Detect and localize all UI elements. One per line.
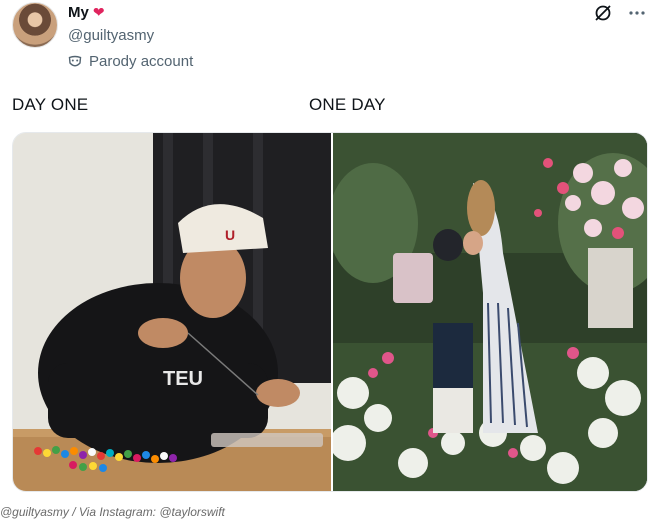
caption-right: ONE DAY xyxy=(309,95,386,114)
more-icon[interactable] xyxy=(628,4,646,22)
display-name[interactable]: My xyxy=(68,4,89,21)
svg-text:U: U xyxy=(225,227,235,243)
author-name-row[interactable]: My ❤ xyxy=(68,4,105,21)
parody-label: Parody account xyxy=(68,53,193,70)
svg-text:TEU: TEU xyxy=(163,368,203,390)
author-handle[interactable]: @guiltyasmy xyxy=(68,27,154,44)
photo-garden-proposal[interactable] xyxy=(333,133,647,491)
photo-credit: @guiltyasmy / Via Instagram: @taylorswif… xyxy=(0,505,225,519)
photo-bracelet-making[interactable]: TEU U xyxy=(13,133,331,491)
mask-icon xyxy=(68,55,82,69)
post-actions-top xyxy=(594,4,646,22)
media-grid[interactable]: TEU U xyxy=(12,132,648,492)
parody-label-text: Parody account xyxy=(89,53,194,70)
caption-left: DAY ONE xyxy=(12,95,89,114)
avatar[interactable] xyxy=(12,2,58,48)
heart-emoji-icon: ❤ xyxy=(92,4,105,20)
grok-slash-icon[interactable] xyxy=(594,4,612,22)
